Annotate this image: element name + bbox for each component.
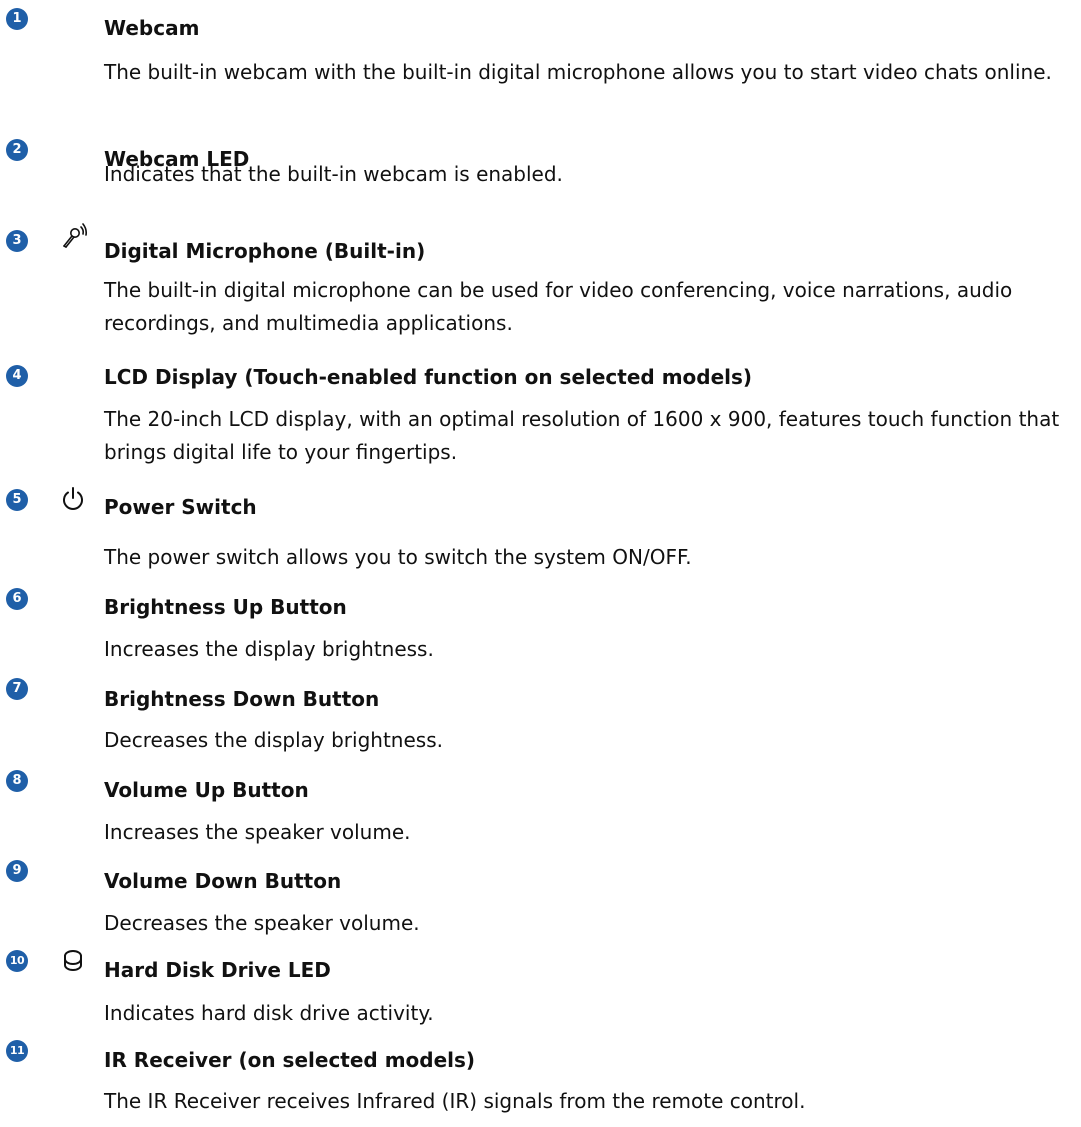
item-title: Power Switch bbox=[104, 495, 257, 519]
item-description: Indicates hard disk drive activity. bbox=[104, 1001, 434, 1025]
item-title: Hard Disk Drive LED bbox=[104, 958, 331, 982]
item-title: Volume Down Button bbox=[104, 869, 342, 893]
item-description: Decreases the display brightness. bbox=[104, 728, 443, 752]
item-title: Digital Microphone (Built-in) bbox=[104, 239, 426, 263]
power-icon bbox=[59, 484, 87, 512]
item-description: Indicates that the built-in webcam is en… bbox=[104, 162, 563, 186]
item-description: Decreases the speaker volume. bbox=[104, 911, 420, 935]
number-badge: 11 bbox=[6, 1040, 28, 1062]
number-badge: 1 bbox=[6, 8, 28, 30]
item-description: The IR Receiver receives Infrared (IR) s… bbox=[104, 1089, 806, 1113]
item-title: IR Receiver (on selected models) bbox=[104, 1048, 476, 1072]
item-description: The power switch allows you to switch th… bbox=[104, 545, 692, 569]
number-badge: 6 bbox=[6, 588, 28, 610]
item-description: Increases the speaker volume. bbox=[104, 820, 411, 844]
item-title: Volume Up Button bbox=[104, 778, 309, 802]
microphone-icon bbox=[59, 222, 87, 250]
item-description: The built-in webcam with the built-in di… bbox=[104, 60, 1052, 84]
hard-disk-icon bbox=[59, 946, 87, 974]
number-badge: 8 bbox=[6, 770, 28, 792]
item-title: Brightness Down Button bbox=[104, 687, 380, 711]
item-description: Increases the display brightness. bbox=[104, 637, 434, 661]
number-badge: 2 bbox=[6, 139, 28, 161]
number-badge: 4 bbox=[6, 365, 28, 387]
number-badge: 3 bbox=[6, 230, 28, 252]
item-title: Brightness Up Button bbox=[104, 595, 347, 619]
number-badge: 10 bbox=[6, 950, 28, 972]
item-title: Webcam bbox=[104, 16, 200, 40]
item-title: LCD Display (Touch-enabled function on s… bbox=[104, 365, 753, 389]
item-description: The 20-inch LCD display, with an optimal… bbox=[104, 407, 1060, 464]
number-badge: 5 bbox=[6, 489, 28, 511]
number-badge: 7 bbox=[6, 678, 28, 700]
number-badge: 9 bbox=[6, 860, 28, 882]
item-description: The built-in digital microphone can be u… bbox=[104, 278, 1013, 335]
